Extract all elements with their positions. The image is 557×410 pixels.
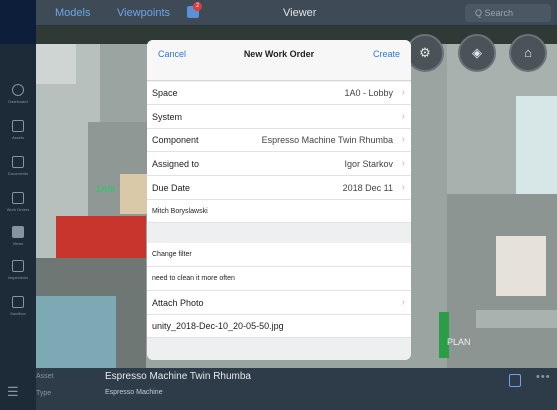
chevron-right-icon: › [401, 111, 405, 122]
sidebar-item-label: Assets [11, 135, 24, 140]
search-input[interactable]: Q Search [465, 4, 551, 22]
tab-viewpoints[interactable]: Viewpoints [117, 7, 170, 19]
sidebar-item-dashboard[interactable]: Dashboard [0, 84, 36, 104]
sidebar-item-label: Documents [7, 171, 29, 176]
asset-value: Espresso Machine Twin Rhumba [105, 371, 251, 382]
subject-text: Change filter [152, 251, 192, 258]
page-title: Viewer [283, 7, 317, 19]
due-label: Due Date [152, 183, 191, 193]
app-corner [0, 0, 36, 44]
sidebar-item-work-orders[interactable]: Work Orders [0, 192, 36, 212]
author-row: Mitch Boryslawski [147, 200, 411, 223]
views-icon [12, 226, 24, 238]
assigned-to-row[interactable]: Assigned to Igor Starkov › [147, 152, 411, 176]
window-frame [36, 44, 76, 84]
layers-icon: ◈ [472, 45, 482, 60]
tab-models[interactable]: Models [55, 7, 90, 19]
sidebar: Dashboard Assets Documents Work Orders V… [0, 44, 36, 410]
settings-sliders-button[interactable]: ⚙ [406, 34, 444, 72]
sidebar-item-label: Sandbox [10, 311, 26, 316]
dialog-header: New Work Order Cancel Create [147, 40, 411, 81]
dialog-title: New Work Order [243, 49, 315, 59]
document-icon[interactable] [509, 374, 521, 387]
sliders-icon: ⚙ [419, 45, 431, 60]
sidebar-item-sandbox[interactable]: Sandbox [0, 296, 36, 316]
due-value: 2018 Dec 11 [342, 183, 393, 193]
sidebar-item-label: Views [12, 241, 24, 246]
inspections-icon [12, 260, 24, 272]
right-window [516, 96, 557, 206]
assigned-label: Assigned to [152, 159, 200, 169]
sidebar-item-inspections[interactable]: Inspections [0, 260, 36, 280]
sidebar-item-label: Inspections [7, 275, 29, 280]
type-key: Type [36, 390, 52, 397]
chevron-right-icon: › [401, 134, 405, 145]
attach-photo-row[interactable]: Attach Photo › [147, 291, 411, 315]
cabinet [496, 236, 546, 296]
assigned-value: Igor Starkov [344, 159, 393, 169]
dashboard-icon [12, 84, 24, 96]
section-gap [147, 223, 411, 243]
component-label: Component [152, 135, 199, 145]
more-icon[interactable]: ••• [536, 371, 551, 383]
new-work-order-dialog: New Work Order Cancel Create Space 1A0 -… [147, 40, 411, 360]
system-row[interactable]: System › [147, 105, 411, 129]
plan-strip [476, 310, 557, 328]
asset-info-bar: Asset Espresso Machine Twin Rhumba Type … [36, 368, 557, 410]
author-name: Mitch Boryslawski [152, 208, 208, 215]
chevron-right-icon: › [401, 182, 405, 193]
sidebar-item-views[interactable]: Views [0, 226, 36, 246]
green-marker [439, 312, 449, 358]
space-value: 1A0 - Lobby [344, 88, 393, 98]
sidebar-item-label: Work Orders [6, 207, 30, 212]
system-label: System [152, 112, 183, 122]
top-bar: Models Viewpoints 2 Viewer Q Search [0, 0, 557, 44]
documents-icon [12, 156, 24, 168]
sandbox-icon [12, 296, 24, 308]
component-row[interactable]: Component Espresso Machine Twin Rhumba › [147, 129, 411, 152]
space-label: Space [152, 88, 178, 98]
space-label: 1A0I [96, 184, 116, 194]
component-value: Espresso Machine Twin Rhumba [261, 135, 393, 145]
chevron-right-icon: › [401, 158, 405, 169]
create-button[interactable]: Create [373, 49, 400, 59]
layers-button[interactable]: ◈ [458, 34, 496, 72]
attach-photo-label: Attach Photo [152, 298, 204, 308]
attachment-filename: unity_2018-Dec-10_20-05-50.jpg [152, 321, 284, 331]
notification-badge: 2 [193, 2, 202, 11]
chevron-right-icon: › [401, 297, 405, 308]
glass-partition [36, 296, 116, 368]
attachment-row[interactable]: unity_2018-Dec-10_20-05-50.jpg [147, 315, 411, 338]
plan-label: PLAN [447, 337, 471, 347]
type-value: Espresso Machine [105, 389, 163, 396]
cancel-button[interactable]: Cancel [158, 49, 186, 59]
description-field[interactable]: need to clean it more often [147, 267, 411, 291]
menu-icon[interactable]: ☰ [7, 384, 19, 400]
description-text: need to clean it more often [152, 275, 235, 282]
sidebar-item-documents[interactable]: Documents [0, 156, 36, 176]
space-row[interactable]: Space 1A0 - Lobby › [147, 82, 411, 105]
asset-key: Asset [36, 373, 54, 380]
sidebar-item-label: Dashboard [8, 99, 28, 104]
home-icon [12, 120, 24, 132]
work-orders-icon [12, 192, 24, 204]
home-icon: ⌂ [524, 45, 532, 60]
sidebar-item-assets[interactable]: Assets [0, 120, 36, 140]
due-date-row[interactable]: Due Date 2018 Dec 11 › [147, 176, 411, 200]
chevron-right-icon: › [401, 87, 405, 98]
subject-field[interactable]: Change filter [147, 243, 411, 267]
home-view-button[interactable]: ⌂ [509, 34, 547, 72]
